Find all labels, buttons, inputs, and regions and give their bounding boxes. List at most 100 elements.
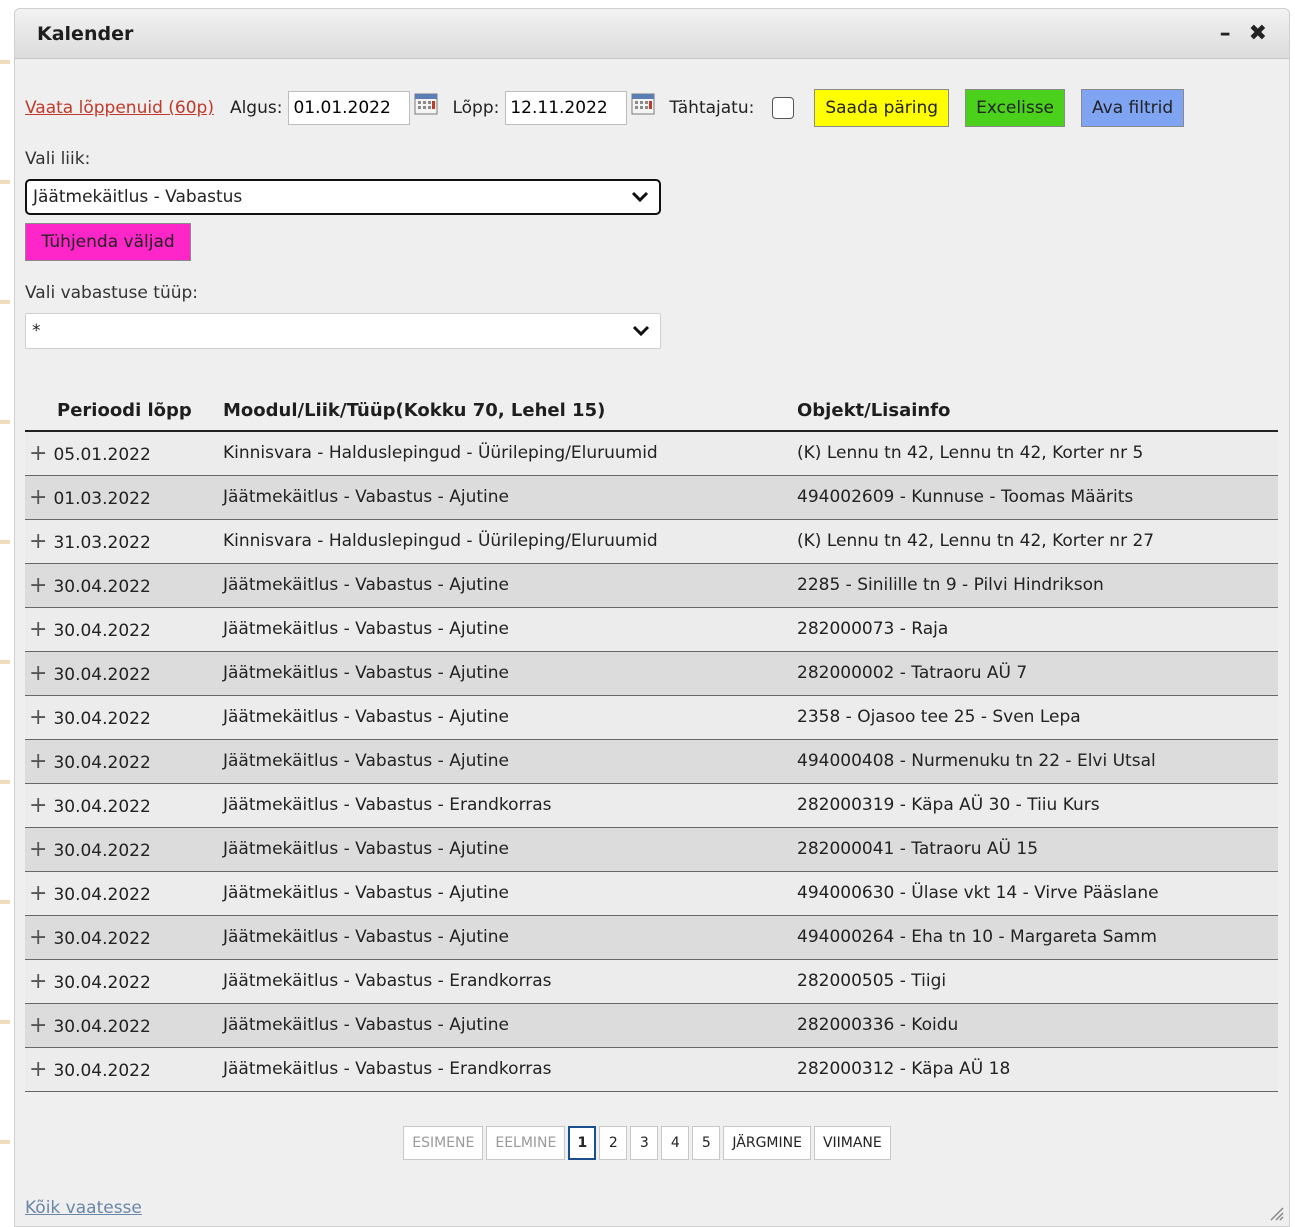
table-row: +30.04.2022 Jäätmekäitlus - Vabastus - Aj… [25,871,1278,916]
window-titlebar[interactable]: Kalender – ✖ [15,9,1289,59]
module-cell: Jäätmekäitlus - Vabastus - Ajutine [223,915,797,960]
module-cell: Jäätmekäitlus - Vabastus - Ajutine [223,651,797,696]
page-2-button[interactable]: 2 [599,1125,628,1160]
period-end-cell: +30.04.2022 [25,739,223,784]
period-end-value: 30.04.2022 [53,576,151,597]
table-row: +30.04.2022 Jäätmekäitlus - Vabastus - Er… [25,1047,1278,1092]
send-query-button[interactable]: Saada päring [814,89,950,127]
period-end-value: 30.04.2022 [53,796,151,817]
module-cell: Kinnisvara - Halduslepingud - Üürileping… [223,431,797,476]
expand-plus-icon[interactable]: + [29,441,47,466]
close-icon[interactable]: ✖ [1249,22,1267,45]
kind-select-value: Jäätmekäitlus - Vabastus [33,187,243,207]
module-cell: Jäätmekäitlus - Vabastus - Ajutine [223,607,797,652]
calendar-icon[interactable] [631,92,655,116]
table-row: +30.04.2022 Jäätmekäitlus - Vabastus - Aj… [25,607,1278,652]
toolbar: Vaata lõppenuid (60p) Algus: Lõpp: [25,87,1289,129]
module-cell: Jäätmekäitlus - Vabastus - Ajutine [223,695,797,740]
column-header-module[interactable]: Moodul/Liik/Tüüp(Kokku 70, Lehel 15) [223,391,797,432]
period-end-value: 30.04.2022 [53,840,151,861]
minimize-icon[interactable]: – [1220,22,1231,45]
period-end-cell: +30.04.2022 [25,563,223,608]
module-cell: Jäätmekäitlus - Vabastus - Erandkorras [223,1047,797,1092]
next-page-button[interactable]: JÄRGMINE [723,1125,811,1160]
object-cell: 282000319 - Käpa AÜ 30 - Tiiu Kurs [797,783,1278,828]
period-end-value: 30.04.2022 [53,884,151,905]
period-end-cell: +30.04.2022 [25,959,223,1004]
object-cell: 494002609 - Kunnuse - Toomas Määrits [797,475,1278,520]
expand-plus-icon[interactable]: + [29,969,47,994]
object-cell: 282000073 - Raja [797,607,1278,652]
expand-plus-icon[interactable]: + [29,573,47,598]
prev-page-button[interactable]: EELMINE [486,1125,566,1160]
page-1-button[interactable]: 1 [568,1125,597,1160]
period-end-cell: +30.04.2022 [25,915,223,960]
expand-plus-icon[interactable]: + [29,661,47,686]
table-header: Perioodi lõpp Moodul/Liik/Tüüp(Kokku 70,… [25,391,1278,432]
expand-plus-icon[interactable]: + [29,1013,47,1038]
period-end-cell: +30.04.2022 [25,1047,223,1092]
expand-plus-icon[interactable]: + [29,529,47,554]
period-end-cell: +30.04.2022 [25,607,223,652]
expand-plus-icon[interactable]: + [29,705,47,730]
period-end-value: 31.03.2022 [53,532,151,553]
end-date-input[interactable] [505,91,628,125]
open-filters-button[interactable]: Ava filtrid [1081,89,1185,127]
expand-plus-icon[interactable]: + [29,485,47,510]
period-end-value: 05.01.2022 [53,444,151,465]
page-5-button[interactable]: 5 [692,1125,721,1160]
module-cell: Jäätmekäitlus - Vabastus - Ajutine [223,563,797,608]
column-header-period-end[interactable]: Perioodi lõpp [25,391,223,432]
window-content: Vaata lõppenuid (60p) Algus: Lõpp: [15,87,1289,1218]
period-end-value: 30.04.2022 [53,708,151,729]
module-cell: Jäätmekäitlus - Vabastus - Ajutine [223,739,797,784]
all-to-view-link[interactable]: Kõik vaatesse [25,1198,142,1218]
object-cell: 282000002 - Tatraoru AÜ 7 [797,651,1278,696]
table-row: +30.04.2022 Jäätmekäitlus - Vabastus - Aj… [25,827,1278,872]
calendar-table: Perioodi lõpp Moodul/Liik/Tüüp(Kokku 70,… [25,391,1278,1092]
module-cell: Jäätmekäitlus - Vabastus - Ajutine [223,475,797,520]
page-4-button[interactable]: 4 [661,1125,690,1160]
column-header-object[interactable]: Objekt/Lisainfo [797,391,1278,432]
period-end-cell: +01.03.2022 [25,475,223,520]
period-end-cell: +30.04.2022 [25,651,223,696]
expand-plus-icon[interactable]: + [29,793,47,818]
end-date-label: Lõpp: [452,98,500,118]
no-deadline-checkbox[interactable] [772,97,795,119]
type-select[interactable]: * [25,313,661,349]
period-end-value: 30.04.2022 [53,1016,151,1037]
last-page-button[interactable]: VIIMANE [813,1125,891,1160]
clear-fields-button[interactable]: Tühjenda väljad [25,223,191,261]
expand-plus-icon[interactable]: + [29,1057,47,1082]
resize-handle-icon[interactable] [1265,1202,1285,1222]
expired-link[interactable]: Vaata lõppenuid (60p) [25,98,214,118]
start-date-label: Algus: [229,98,283,118]
no-deadline-label: Tähtajatu: [669,98,755,118]
object-cell: (K) Lennu tn 42, Lennu tn 42, Korter nr … [797,519,1278,564]
expand-plus-icon[interactable]: + [29,837,47,862]
object-cell: 282000312 - Käpa AÜ 18 [797,1047,1278,1092]
period-end-value: 30.04.2022 [53,664,151,685]
type-label: Vali vabastuse tüüp: [25,283,199,303]
export-excel-button[interactable]: Excelisse [965,89,1066,127]
object-cell: 494000630 - Ülase vkt 14 - Virve Pääslan… [797,871,1278,916]
page-3-button[interactable]: 3 [630,1125,659,1160]
period-end-cell: +30.04.2022 [25,1003,223,1048]
expand-plus-icon[interactable]: + [29,925,47,950]
expand-plus-icon[interactable]: + [29,749,47,774]
object-cell: 494000264 - Eha tn 10 - Margareta Samm [797,915,1278,960]
module-cell: Kinnisvara - Halduslepingud - Üürileping… [223,519,797,564]
kind-label: Vali liik: [25,149,91,169]
start-date-input[interactable] [288,91,411,125]
table-row: +05.01.2022 Kinnisvara - Halduslepingud -… [25,431,1278,476]
kind-select[interactable]: Jäätmekäitlus - Vabastus [25,179,661,215]
expand-plus-icon[interactable]: + [29,881,47,906]
table-row: +30.04.2022 Jäätmekäitlus - Vabastus - Aj… [25,915,1278,960]
period-end-cell: +30.04.2022 [25,871,223,916]
table-row: +30.04.2022 Jäätmekäitlus - Vabastus - Aj… [25,695,1278,740]
expand-plus-icon[interactable]: + [29,617,47,642]
period-end-cell: +30.04.2022 [25,827,223,872]
first-page-button[interactable]: ESIMENE [403,1125,484,1160]
pagination: ESIMENE EELMINE 1 2 3 4 5 JÄRGMINE VIIMA… [25,1125,1289,1160]
calendar-icon[interactable] [414,92,438,116]
